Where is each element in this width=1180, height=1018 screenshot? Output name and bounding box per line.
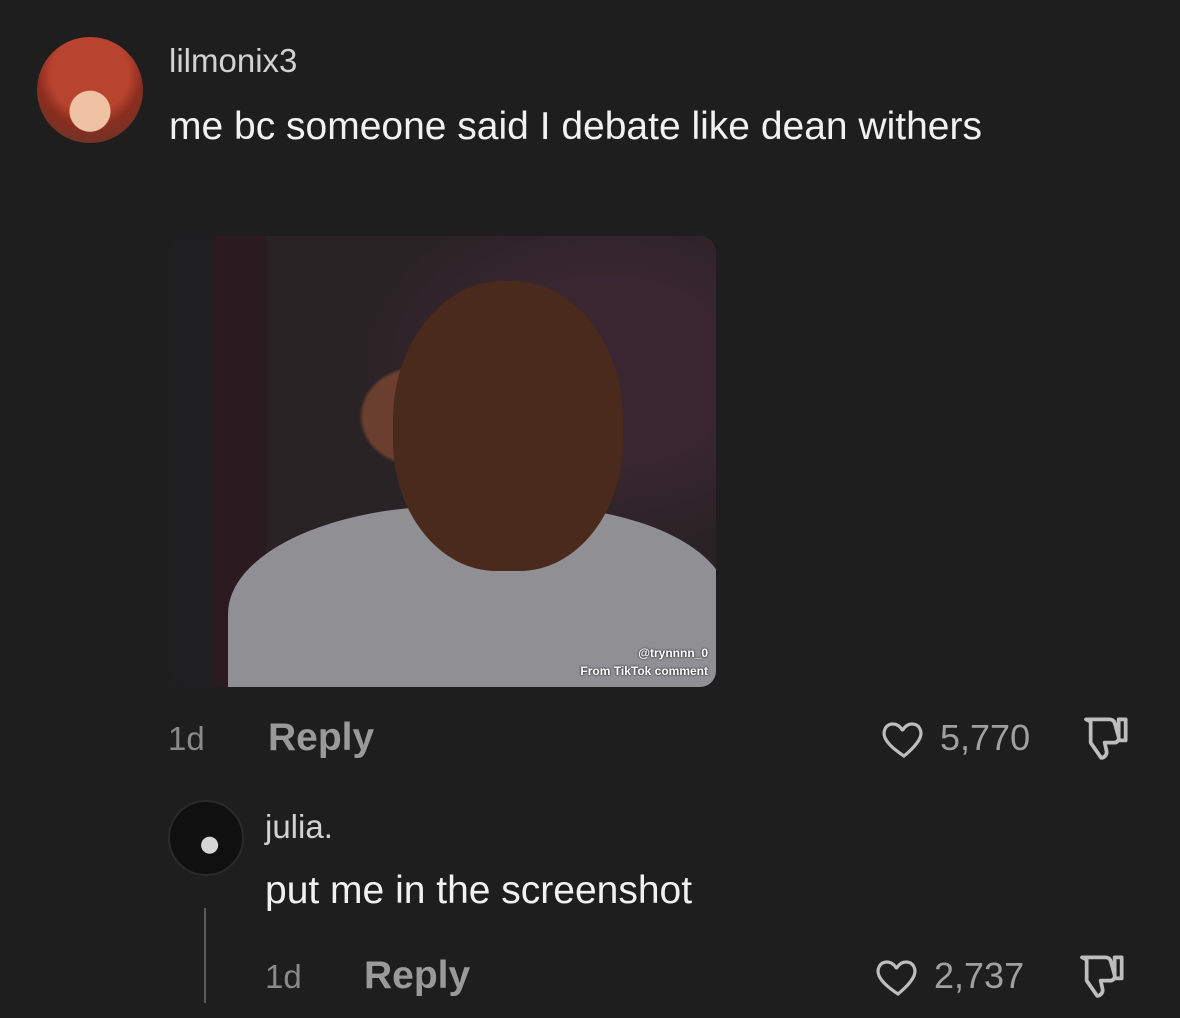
heart-outline-icon [876, 960, 917, 996]
avatar[interactable] [37, 37, 143, 143]
watermark-source: From TikTok comment [580, 664, 708, 678]
thumbs-down-icon [1084, 717, 1128, 760]
reply-like-count: 2,737 [934, 955, 1025, 996]
comment-username[interactable]: lilmonix3 [169, 42, 297, 80]
reply-reply-button[interactable]: Reply [364, 954, 470, 998]
comment-media-image[interactable]: @trynnnn_0 From TikTok comment [168, 236, 716, 687]
reply-username[interactable]: julia. [265, 808, 333, 846]
image-head-shape [393, 281, 623, 571]
thread-line [204, 908, 206, 1003]
reply-like-button[interactable]: 2,737 [874, 954, 1024, 998]
thumbs-down-icon [1080, 955, 1124, 998]
heart-outline-icon [882, 722, 923, 758]
comment-timestamp: 1d [168, 720, 205, 757]
watermark-handle: @trynnnn_0 [638, 646, 708, 660]
reply-dislike-button[interactable] [1075, 950, 1131, 1007]
reply-button[interactable]: Reply [268, 716, 374, 760]
like-button[interactable]: 5,770 [880, 716, 1030, 760]
comment-text: me bc someone said I debate like dean wi… [169, 105, 982, 148]
reply-avatar[interactable] [168, 800, 244, 876]
dislike-button[interactable] [1079, 712, 1135, 769]
like-count: 5,770 [940, 717, 1031, 758]
reply-timestamp: 1d [265, 958, 302, 995]
reply-text: put me in the screenshot [265, 869, 693, 912]
